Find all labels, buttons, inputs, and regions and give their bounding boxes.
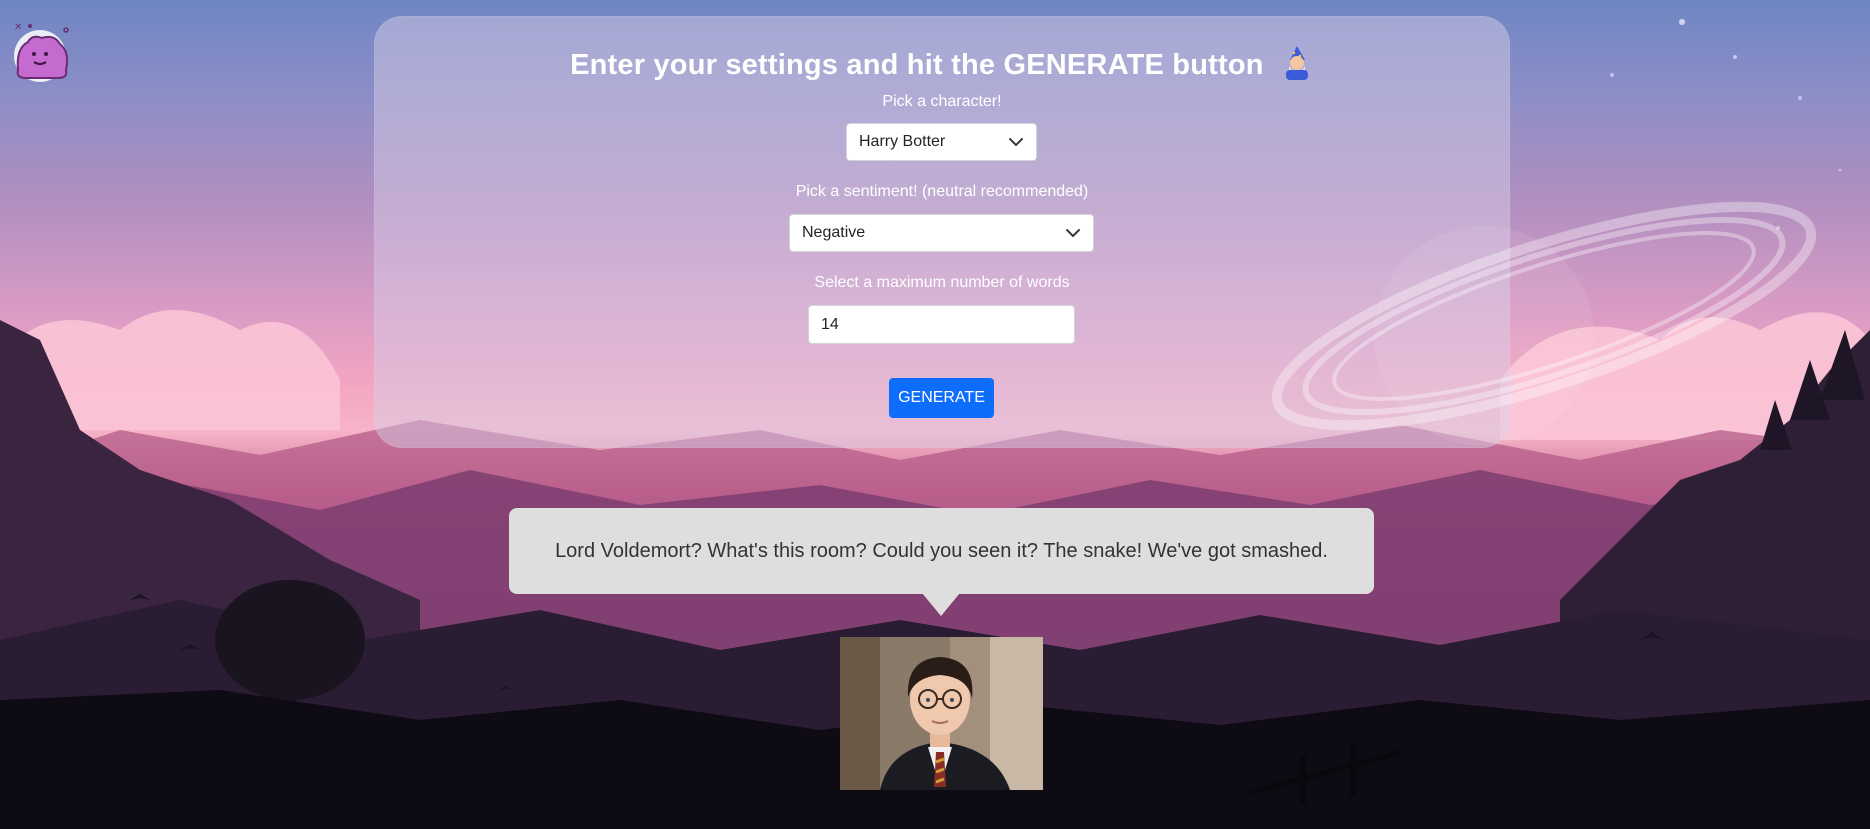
character-label: Pick a character! xyxy=(882,93,1002,110)
sentiment-select-value: Negative xyxy=(802,224,866,241)
generated-text-bubble: Lord Voldemort? What's this room? Could … xyxy=(509,508,1374,594)
max-words-input[interactable] xyxy=(808,305,1075,344)
chevron-down-icon xyxy=(1066,229,1080,237)
speech-bubble-tail xyxy=(922,593,960,616)
sentiment-label: Pick a sentiment! (neutral recommended) xyxy=(795,183,1089,200)
sentiment-select[interactable]: Negative xyxy=(789,214,1094,252)
svg-text:✕: ✕ xyxy=(14,22,22,33)
max-words-label: Select a maximum number of words xyxy=(814,274,1070,291)
page-title: Enter your settings and hit the GENERATE… xyxy=(374,46,1510,82)
generated-text: Lord Voldemort? What's this room? Could … xyxy=(555,539,1328,562)
generate-button[interactable]: GENERATE xyxy=(889,378,994,418)
app-background: ✕ Enter your settings and hit the GENERA… xyxy=(0,0,1870,829)
page-title-text: Enter your settings and hit the GENERATE… xyxy=(570,49,1264,81)
character-select-value: Harry Botter xyxy=(859,133,946,150)
character-portrait xyxy=(840,637,1043,790)
character-select[interactable]: Harry Botter xyxy=(846,123,1037,161)
wizard-emoji-icon xyxy=(1285,46,1308,80)
ditto-mascot-icon[interactable]: ✕ xyxy=(10,20,74,84)
chevron-down-icon xyxy=(1009,138,1023,146)
settings-panel: Enter your settings and hit the GENERATE… xyxy=(374,16,1817,448)
